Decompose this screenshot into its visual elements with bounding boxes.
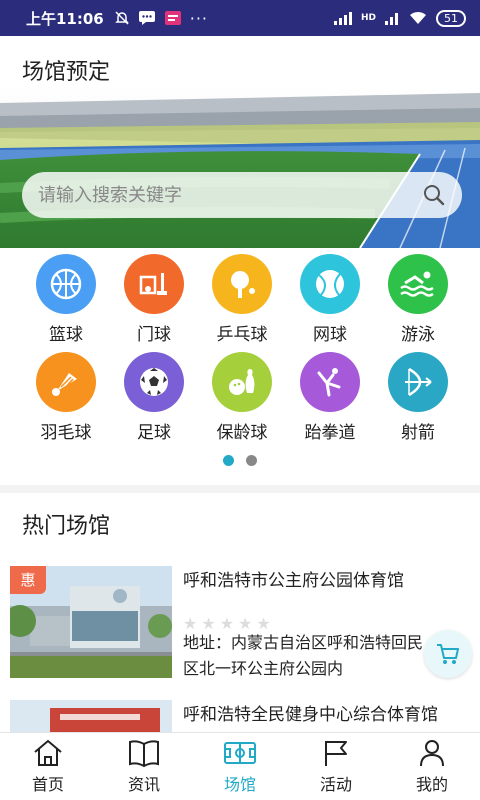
carousel-pager[interactable]: [0, 455, 480, 466]
tab-venues[interactable]: 场馆: [192, 733, 288, 800]
venue-name[interactable]: 呼和浩特市公主府公园体育馆: [183, 566, 404, 591]
category-label: 保龄球: [216, 423, 268, 443]
status-system-icons: HD 51: [333, 9, 466, 27]
category-tennis[interactable]: 网球: [286, 254, 374, 345]
category-bowling[interactable]: 保龄球: [198, 352, 286, 443]
category-label: 网球: [313, 325, 347, 345]
status-bar: 上午11:06 ··· HD 51: [0, 0, 480, 36]
category-swimming[interactable]: 游泳: [374, 254, 462, 345]
swimming-icon: [388, 254, 448, 314]
tab-home[interactable]: 首页: [0, 733, 96, 800]
status-notification-icons: ···: [114, 9, 208, 28]
flag-icon: [325, 741, 347, 766]
stadium-banner-graphic: [0, 88, 480, 248]
tennis-icon: [300, 254, 360, 314]
search-bar[interactable]: [22, 172, 462, 218]
tab-label: 活动: [319, 775, 352, 794]
venue-card[interactable]: 惠 呼和浩特市公主府公园体育馆 ★ ★ ★ ★ ★ 地址：内蒙古自治区呼和浩特回…: [10, 566, 470, 678]
category-grid: 篮球 门球 乒乓球 网球 游泳 羽毛球 足球 保龄球 跆拳道 射箭: [0, 250, 480, 443]
section-divider: [0, 485, 480, 493]
venue-address: 地址：内蒙古自治区呼和浩特回民区北一环公主府公园内: [183, 633, 424, 678]
category-label: 游泳: [401, 325, 435, 345]
app-notification-icon: [164, 11, 181, 25]
signal-2-icon: [385, 13, 398, 25]
search-icon[interactable]: [422, 183, 446, 207]
category-basketball[interactable]: 篮球: [22, 254, 110, 345]
more-notifications-icon: ···: [189, 8, 209, 28]
status-time: 上午11:06: [26, 9, 104, 28]
tab-activities[interactable]: 活动: [288, 733, 384, 800]
category-label: 篮球: [49, 325, 83, 345]
home-icon: [34, 739, 62, 766]
ping-pong-icon: [212, 254, 272, 314]
category-label: 射箭: [401, 423, 435, 443]
search-input[interactable]: [38, 184, 422, 206]
category-ping-pong[interactable]: 乒乓球: [198, 254, 286, 345]
mute-icon: [114, 11, 129, 25]
network-type-label: HD: [360, 13, 376, 23]
football-icon: [124, 352, 184, 412]
venue-name[interactable]: 呼和浩特全民健身中心综合体育馆: [183, 700, 438, 725]
gateball-icon: [124, 254, 184, 314]
archery-icon: [388, 352, 448, 412]
book-icon: [129, 740, 159, 768]
category-label: 跆拳道: [304, 423, 356, 443]
basketball-icon: [36, 254, 96, 314]
banner-image[interactable]: [0, 88, 480, 248]
hot-venues-title: 热门场馆: [22, 514, 111, 539]
discount-badge: 惠: [10, 566, 46, 594]
signal-icon: [333, 12, 352, 25]
stadium-icon: [224, 742, 256, 764]
pager-dot[interactable]: [246, 455, 257, 466]
category-label: 门球: [137, 325, 171, 345]
pager-dot-active[interactable]: [223, 455, 234, 466]
tab-label: 场馆: [223, 775, 256, 794]
category-badminton[interactable]: 羽毛球: [22, 352, 110, 443]
message-icon: [138, 11, 155, 25]
badminton-icon: [36, 352, 96, 412]
taekwondo-icon: [300, 352, 360, 412]
category-label: 乒乓球: [216, 325, 268, 345]
tab-label: 我的: [415, 775, 448, 794]
battery-icon: 51: [436, 9, 466, 27]
user-icon: [420, 740, 444, 767]
tab-profile[interactable]: 我的: [384, 733, 480, 800]
tab-label: 资讯: [127, 775, 160, 794]
bowling-icon: [212, 352, 272, 412]
category-gateball[interactable]: 门球: [110, 254, 198, 345]
wifi-icon: [410, 11, 426, 24]
category-archery[interactable]: 射箭: [374, 352, 462, 443]
bottom-tab-bar: 首页 资讯 场馆 活动 我的: [0, 732, 480, 800]
page-title: 场馆预定: [22, 60, 111, 85]
category-label: 足球: [137, 423, 171, 443]
cart-button[interactable]: [424, 630, 472, 678]
category-taekwondo[interactable]: 跆拳道: [286, 352, 374, 443]
tab-news[interactable]: 资讯: [96, 733, 192, 800]
app-screen: 上午11:06 ··· HD 51 场馆预定 请输入搜索关键字 篮球 门球 乒乓…: [0, 0, 480, 800]
cart-icon: [437, 644, 459, 664]
category-football[interactable]: 足球: [110, 352, 198, 443]
category-label: 羽毛球: [40, 423, 92, 443]
venue-thumbnail[interactable]: 惠: [10, 566, 172, 678]
tab-label: 首页: [31, 775, 64, 794]
